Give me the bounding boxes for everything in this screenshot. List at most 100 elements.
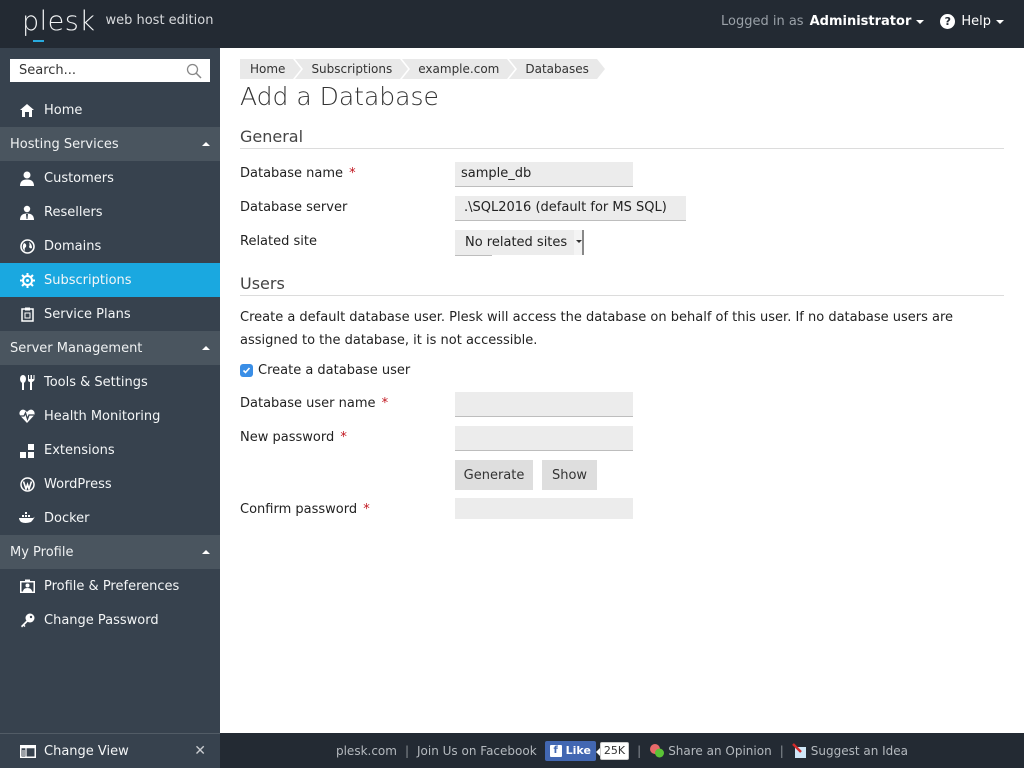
tools-icon: [18, 374, 36, 390]
close-icon[interactable]: ✕: [194, 743, 206, 759]
sidebar-item-label: Home: [44, 102, 83, 118]
sidebar-item-customers[interactable]: Customers: [0, 161, 220, 195]
search-input[interactable]: Search...: [10, 59, 210, 82]
users-description: Create a default database user. Plesk wi…: [240, 310, 954, 348]
docker-icon: [18, 510, 36, 526]
divider: |: [637, 743, 642, 758]
sidebar-item-tools-settings[interactable]: Tools & Settings: [0, 365, 220, 399]
customer-icon: [18, 170, 36, 186]
dropdown-arrow-icon[interactable]: [574, 230, 584, 255]
collapse-icon: [202, 142, 210, 146]
user-menu[interactable]: Administrator: [810, 14, 925, 29]
db-name-input[interactable]: sample_db: [455, 162, 633, 187]
confirm-password-label: Confirm password *: [240, 502, 370, 517]
facebook-like-button[interactable]: f Like: [544, 740, 596, 761]
suggest-idea-link[interactable]: Suggest an Idea: [791, 742, 908, 759]
new-password-label: New password *: [240, 430, 347, 445]
sidebar-item-subscriptions[interactable]: Subscriptions: [0, 263, 220, 297]
sidebar-item-service-plans[interactable]: Service Plans: [0, 297, 220, 331]
footer: plesk.com | Join Us on Facebook f Like 25…: [220, 733, 1024, 768]
gear-icon: [18, 272, 36, 288]
create-user-checkbox-row[interactable]: Create a database user: [240, 363, 410, 378]
like-label: Like: [565, 744, 591, 757]
like-count: 25K: [595, 741, 630, 760]
breadcrumb: Home Subscriptions example.com Databases: [240, 59, 605, 79]
section-users-title: Users: [240, 274, 1004, 296]
sidebar-nav: Home Hosting Services Customers Reseller…: [0, 93, 220, 637]
related-site-value: No related sites: [465, 235, 568, 250]
label-text: Confirm password: [240, 502, 358, 517]
checkmark-icon: [242, 367, 251, 374]
sidebar-item-home[interactable]: Home: [0, 93, 220, 127]
section-title: My Profile: [10, 544, 74, 560]
section-server-management[interactable]: Server Management: [0, 331, 220, 365]
user-name: Administrator: [809, 14, 912, 29]
breadcrumb-domain[interactable]: example.com: [402, 59, 516, 79]
page-title: Add a Database: [240, 82, 439, 111]
sidebar-item-change-password[interactable]: Change Password: [0, 603, 220, 637]
home-icon: [18, 102, 36, 118]
create-user-label: Create a database user: [258, 363, 411, 378]
reseller-icon: [18, 204, 36, 220]
search-placeholder: Search...: [19, 63, 77, 78]
facebook-link[interactable]: Join Us on Facebook: [417, 744, 537, 758]
new-password-input[interactable]: [455, 426, 633, 451]
layout-icon: [20, 744, 36, 758]
sidebar-item-label: Profile & Preferences: [44, 578, 180, 594]
help-menu[interactable]: ? Help: [940, 14, 1004, 29]
sidebar-item-docker[interactable]: Docker: [0, 501, 220, 535]
sidebar: Search... Home Hosting Services Customer…: [0, 48, 220, 733]
globe-icon: [18, 238, 36, 254]
sidebar-item-profile-preferences[interactable]: Profile & Preferences: [0, 569, 220, 603]
breadcrumb-subscriptions[interactable]: Subscriptions: [295, 59, 409, 79]
change-view-label: Change View: [44, 743, 129, 759]
related-site-select[interactable]: No related sites: [455, 230, 584, 256]
sidebar-item-label: Tools & Settings: [44, 374, 148, 390]
db-server-select[interactable]: .\SQL2016 (default for MS SQL): [455, 196, 686, 221]
breadcrumb-home[interactable]: Home: [240, 59, 302, 79]
db-user-name-label: Database user name *: [240, 396, 388, 411]
sidebar-item-wordpress[interactable]: WordPress: [0, 467, 220, 501]
section-my-profile[interactable]: My Profile: [0, 535, 220, 569]
required-marker: *: [381, 396, 389, 411]
idea-note-icon: [791, 742, 806, 758]
db-user-name-input[interactable]: [455, 392, 633, 417]
profile-card-icon: [18, 578, 36, 594]
key-icon: [18, 612, 36, 628]
generate-button[interactable]: Generate: [455, 460, 533, 490]
sidebar-item-label: Service Plans: [44, 306, 131, 322]
sidebar-item-label: Extensions: [44, 442, 115, 458]
breadcrumb-databases[interactable]: Databases: [509, 59, 605, 79]
confirm-password-input[interactable]: [455, 498, 633, 519]
share-opinion-link[interactable]: Share an Opinion: [649, 743, 772, 758]
sidebar-item-label: Subscriptions: [44, 272, 132, 288]
logged-in-label: Logged in as: [721, 14, 804, 29]
section-title: Server Management: [10, 340, 143, 356]
edition-label: web host edition: [105, 13, 214, 28]
plesk-link[interactable]: plesk.com: [336, 744, 397, 758]
sidebar-item-resellers[interactable]: Resellers: [0, 195, 220, 229]
wordpress-icon: [18, 476, 36, 492]
question-icon: ?: [940, 14, 956, 29]
sidebar-item-label: Resellers: [44, 204, 103, 220]
select-underline: [455, 255, 492, 256]
divider: |: [779, 743, 784, 758]
extensions-icon: [18, 442, 36, 458]
sidebar-item-label: Docker: [44, 510, 90, 526]
sidebar-item-label: Customers: [44, 170, 114, 186]
plesk-logo[interactable]: plesk web host edition: [22, 6, 214, 42]
chevron-down-icon: [916, 19, 925, 24]
search-icon[interactable]: [186, 63, 202, 79]
show-button[interactable]: Show: [542, 460, 597, 490]
collapse-icon: [202, 550, 210, 554]
label-text: New password: [240, 430, 335, 445]
create-user-checkbox[interactable]: [240, 364, 253, 377]
sidebar-item-health-monitoring[interactable]: Health Monitoring: [0, 399, 220, 433]
section-hosting-services[interactable]: Hosting Services: [0, 127, 220, 161]
sidebar-item-domains[interactable]: Domains: [0, 229, 220, 263]
sidebar-item-extensions[interactable]: Extensions: [0, 433, 220, 467]
change-view-button[interactable]: Change View ✕: [0, 733, 220, 768]
label-text: Database user name: [240, 396, 376, 411]
required-marker: *: [349, 166, 356, 181]
sidebar-item-label: Domains: [44, 238, 102, 254]
